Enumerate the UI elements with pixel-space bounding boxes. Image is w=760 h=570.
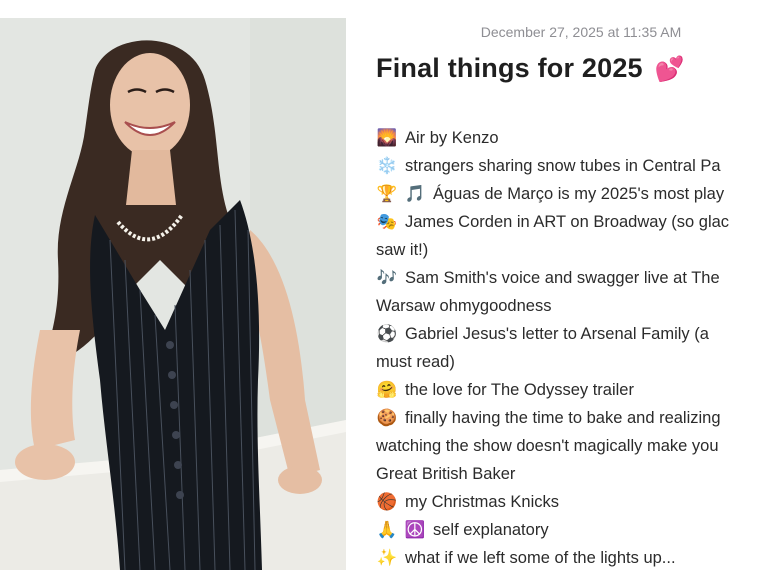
note-body: 🌄 Air by Kenzo ❄️ strangers sharing snow t… <box>376 124 760 570</box>
note-line: 🍪 finally having the time to bake and rea… <box>376 404 760 432</box>
photo-top-strip <box>0 0 346 18</box>
portrait-photo <box>0 18 346 570</box>
note-line-text: saw it!) <box>376 241 429 259</box>
note-line: 🤗 the love for The Odyssey trailer <box>376 376 760 404</box>
note-line: ✨ what if we left some of the lights up..… <box>376 544 760 570</box>
theater-masks-icon: 🎭 <box>376 213 398 231</box>
note-line: saw it!) <box>376 236 760 264</box>
note-line-text: what if we left some of the lights up... <box>405 549 676 567</box>
sparkles-icon: ✨ <box>376 549 398 567</box>
peace-symbol-icon: ☮️ <box>404 521 426 539</box>
note-line-text: watching the show doesn't magically make… <box>376 437 719 455</box>
note-line-text: Great British Baker <box>376 465 516 483</box>
note-title-text: Final things for 2025 <box>376 53 643 83</box>
two-hearts-icon: 💕 <box>654 56 685 83</box>
note-line: 🏆 🎵 Águas de Março is my 2025's most play <box>376 180 760 208</box>
note-line: watching the show doesn't magically make… <box>376 432 760 460</box>
note-title: Final things for 2025 💕 <box>376 53 685 84</box>
note-line-text: Águas de Março is my 2025's most play <box>433 185 725 203</box>
music-notes-icon: 🎶 <box>376 269 398 287</box>
music-note-icon: 🎵 <box>404 185 426 203</box>
soccer-ball-icon: ⚽ <box>376 325 398 343</box>
folded-hands-icon: 🙏 <box>376 521 398 539</box>
basketball-icon: 🏀 <box>376 493 398 511</box>
note-line: ❄️ strangers sharing snow tubes in Centra… <box>376 152 760 180</box>
note-line-text: Air by Kenzo <box>405 129 499 147</box>
trophy-icon: 🏆 <box>376 185 398 203</box>
snowflake-icon: ❄️ <box>376 157 398 175</box>
note-line: 🎭 James Corden in ART on Broadway (so gla… <box>376 208 760 236</box>
note-line-text: must read) <box>376 353 455 371</box>
note-panel: December 27, 2025 at 11:35 AM Final thin… <box>350 0 760 570</box>
note-line: 🎶 Sam Smith's voice and swagger live at T… <box>376 264 760 292</box>
note-line: 🌄 Air by Kenzo <box>376 124 760 152</box>
note-line-text: my Christmas Knicks <box>405 493 560 511</box>
note-line-text: Gabriel Jesus's letter to Arsenal Family… <box>405 325 709 343</box>
note-line: Warsaw ohmygoodness <box>376 292 760 320</box>
note-line-text: Warsaw ohmygoodness <box>376 297 552 315</box>
note-line: Great British Baker <box>376 460 760 488</box>
note-line-text: finally having the time to bake and real… <box>405 409 721 427</box>
sunrise-mountains-icon: 🌄 <box>376 129 398 147</box>
note-line-text: Sam Smith's voice and swagger live at Th… <box>405 269 720 287</box>
cookie-icon: 🍪 <box>376 409 398 427</box>
hugging-face-icon: 🤗 <box>376 381 398 399</box>
note-line: must read) <box>376 348 760 376</box>
note-line-text: strangers sharing snow tubes in Central … <box>405 157 721 175</box>
photo-panel <box>0 0 346 570</box>
note-line-text: James Corden in ART on Broadway (so glac <box>405 213 730 231</box>
note-line: 🏀 my Christmas Knicks <box>376 488 760 516</box>
note-line: ⚽ Gabriel Jesus's letter to Arsenal Famil… <box>376 320 760 348</box>
note-line: 🙏 ☮️ self explanatory <box>376 516 760 544</box>
note-line-text: the love for The Odyssey trailer <box>405 381 634 399</box>
note-date: December 27, 2025 at 11:35 AM <box>480 24 682 40</box>
note-line-text: self explanatory <box>433 521 549 539</box>
